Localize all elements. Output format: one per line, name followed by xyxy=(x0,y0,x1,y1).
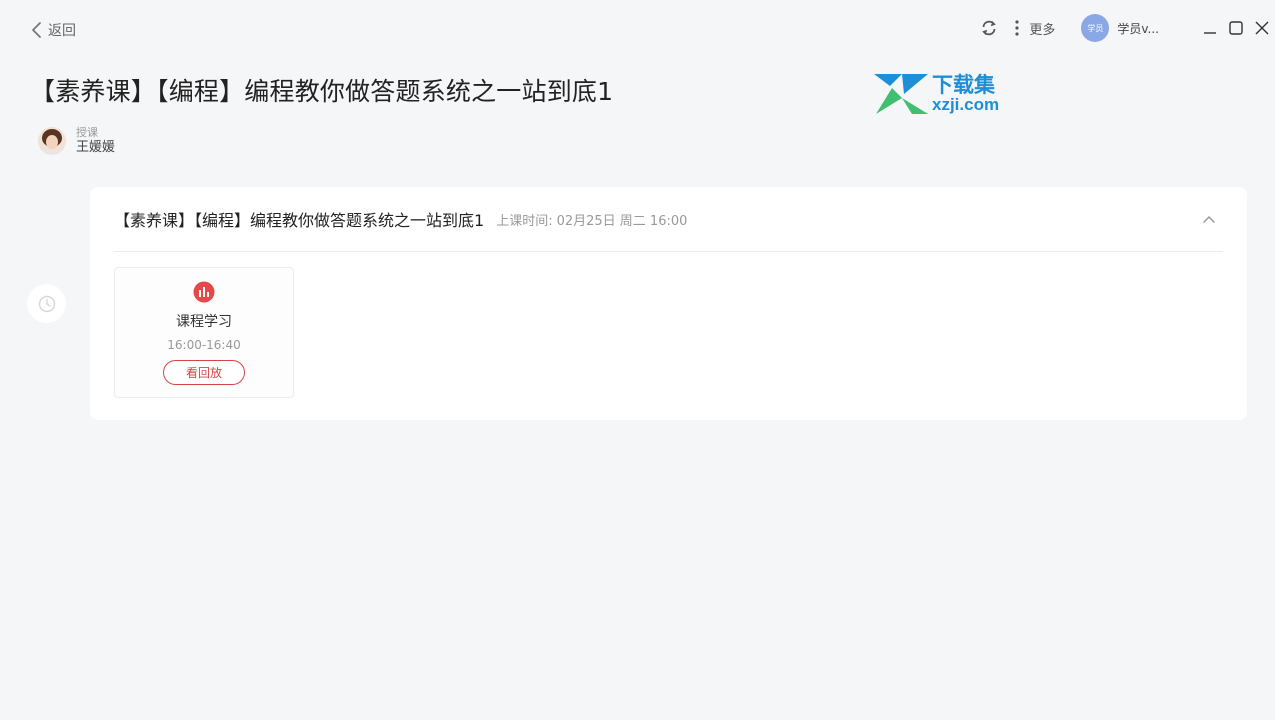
minimize-icon xyxy=(1204,32,1216,34)
teacher-label: 授课 xyxy=(76,126,98,139)
title-bar-controls: 更多 学员 学员v... xyxy=(979,14,1275,42)
live-lesson-icon xyxy=(193,281,215,303)
user-menu[interactable]: 学员 学员v... xyxy=(1081,14,1159,42)
maximize-button[interactable] xyxy=(1223,15,1249,41)
watermark-top-text: 下载集 xyxy=(932,73,996,97)
refresh-button[interactable] xyxy=(979,18,999,38)
close-icon xyxy=(1255,21,1269,35)
course-time-value: 02月25日 周二 16:00 xyxy=(556,213,688,229)
session-card[interactable]: 课程学习 16:00-16:40 看回放 xyxy=(114,267,294,398)
watermark-bottom-text: xzji.com xyxy=(932,95,999,114)
watermark-logo: 下载集 xzji.com xyxy=(874,73,999,114)
user-avatar: 学员 xyxy=(1081,14,1110,42)
session-name: 课程学习 xyxy=(176,314,232,330)
course-title: 【素养课】【编程】编程教你做答题系统之一站到底1 xyxy=(114,211,485,230)
chevron-up-icon[interactable] xyxy=(1201,211,1217,227)
course-time-label: 上课时间: xyxy=(496,213,553,229)
more-menu-button[interactable]: 更多 xyxy=(1015,19,1055,38)
watch-replay-button[interactable]: 看回放 xyxy=(163,360,245,385)
user-name: 学员v... xyxy=(1117,21,1159,36)
clock-icon xyxy=(38,295,55,312)
teacher-avatar xyxy=(38,127,66,155)
course-card-header[interactable]: 【素养课】【编程】编程教你做答题系统之一站到底1 上课时间: 02月25日 周二 … xyxy=(114,187,1223,252)
more-vertical-icon xyxy=(1015,20,1019,36)
minimize-button[interactable] xyxy=(1197,15,1223,41)
back-button[interactable]: 返回 xyxy=(30,20,76,40)
more-label: 更多 xyxy=(1029,22,1056,38)
maximize-icon xyxy=(1229,21,1243,35)
course-card: 【素养课】【编程】编程教你做答题系统之一站到底1 上课时间: 02月25日 周二 … xyxy=(90,187,1247,420)
teacher-name: 王媛媛 xyxy=(76,140,116,155)
timeline-marker xyxy=(27,284,66,323)
chevron-left-icon xyxy=(32,22,41,38)
course-time: 上课时间: 02月25日 周二 16:00 xyxy=(496,210,687,229)
back-label: 返回 xyxy=(48,23,76,39)
session-time: 16:00-16:40 xyxy=(167,338,241,352)
page-title: 【素养课】【编程】编程教你做答题系统之一站到底1 xyxy=(30,77,614,106)
teacher-info: 授课 王媛媛 xyxy=(38,126,115,156)
refresh-icon xyxy=(982,20,997,36)
close-button[interactable] xyxy=(1249,15,1275,41)
